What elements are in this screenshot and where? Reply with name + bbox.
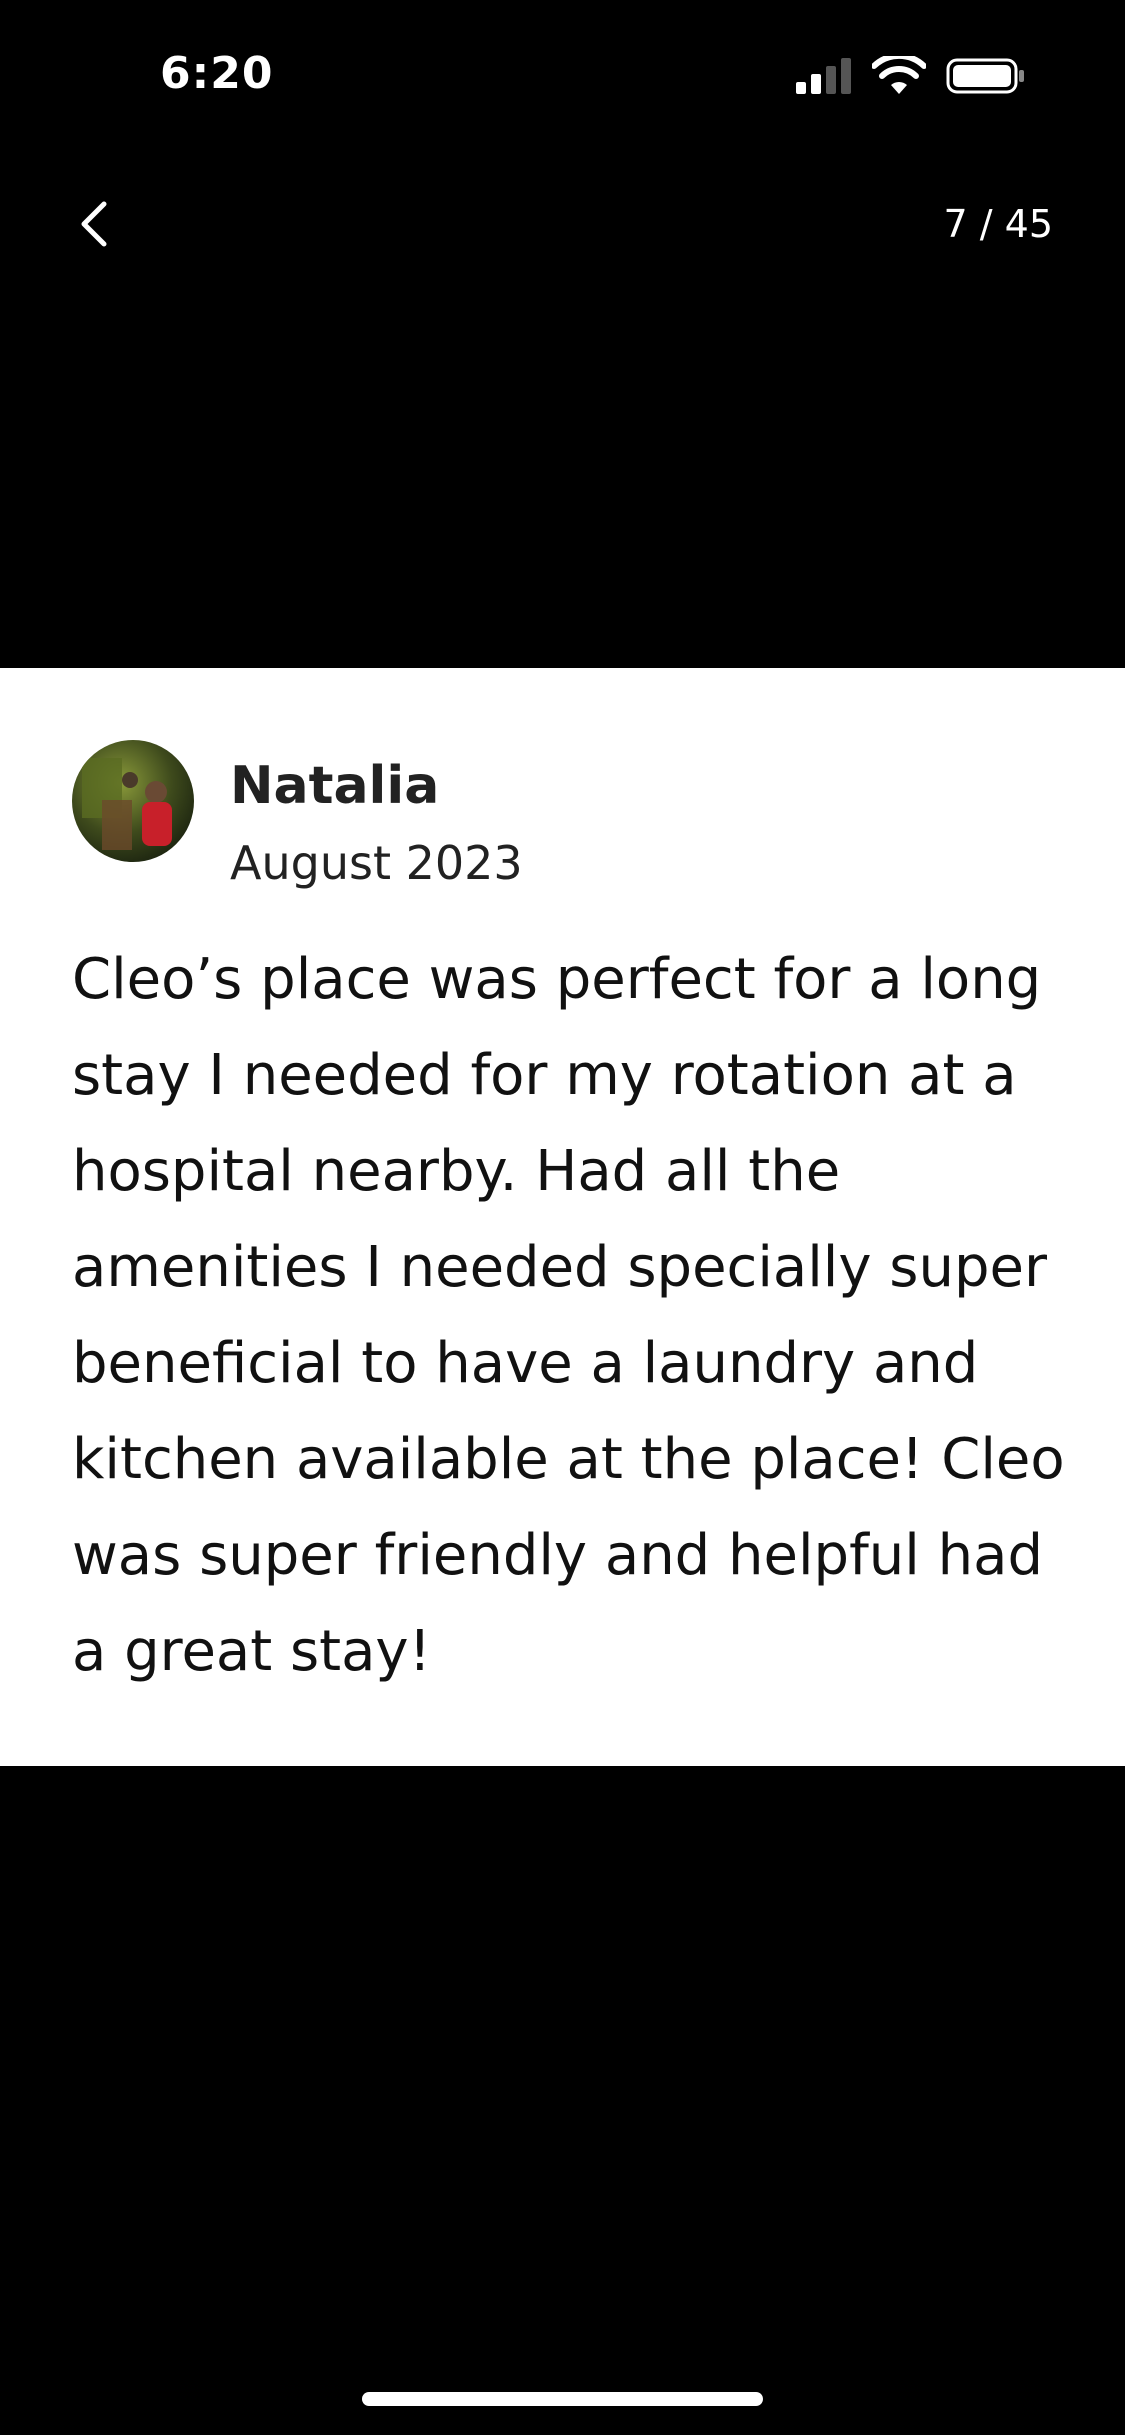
chevron-left-icon[interactable] [70,196,120,252]
home-indicator[interactable] [362,2392,763,2406]
wifi-icon [872,56,926,94]
status-time: 6:20 [160,48,274,99]
cellular-signal-icon [796,58,851,94]
viewer-nav-bar: 7 / 45 [0,190,1125,260]
review-date: August 2023 [230,836,523,890]
status-bar: 6:20 [0,0,1125,150]
review-card: Natalia August 2023 Cleo’s place was per… [0,668,1125,1766]
reviewer-name: Natalia [230,756,440,816]
avatar [72,740,194,862]
review-text: Cleo’s place was perfect for a long stay… [72,947,1065,1684]
battery-icon [946,58,1024,94]
page-counter: 7 / 45 [943,202,1054,246]
avatar-photo [72,740,194,862]
